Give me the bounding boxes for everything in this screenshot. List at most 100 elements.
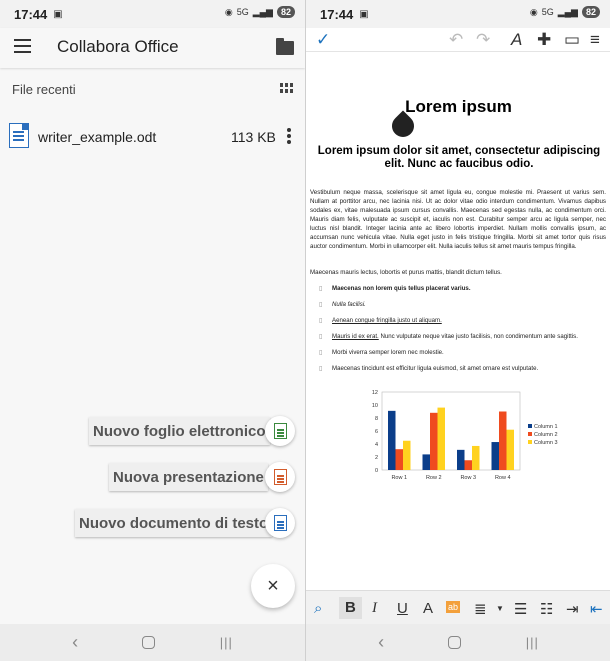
bullet-icon: ▯ xyxy=(319,366,323,372)
italic-button[interactable]: I xyxy=(372,600,377,617)
signal-icon: ▂▄▆ xyxy=(252,6,273,17)
status-time: 17:44 xyxy=(320,6,354,22)
dropdown-icon[interactable]: ▼ xyxy=(496,604,504,613)
list-item[interactable]: writer_example.odt 113 KB xyxy=(0,118,305,154)
back-icon[interactable]: ‹ xyxy=(378,632,384,653)
presentation-icon xyxy=(273,469,287,485)
recent-apps-icon[interactable]: ||| xyxy=(220,635,233,650)
document-canvas[interactable]: Lorem ipsum Lorem ipsum dolor sit amet, … xyxy=(306,58,610,572)
status-bar: 17:44 ▣ ◉ 5G ▂▄▆ 82 xyxy=(306,0,610,28)
outdent-icon[interactable]: ⇤ xyxy=(590,600,603,618)
grid-view-icon[interactable] xyxy=(280,83,293,94)
close-fab-button[interactable]: × xyxy=(251,564,295,608)
list-item-6: Maecenas tincidunt est efficitur ligula … xyxy=(332,365,539,372)
system-nav-bar: ‹ ||| xyxy=(0,624,305,661)
new-spreadsheet-button[interactable] xyxy=(265,416,295,446)
bullet-icon: ▯ xyxy=(319,318,323,324)
document-title: Lorem ipsum xyxy=(405,97,512,116)
chart-bar xyxy=(457,449,465,470)
redo-icon[interactable]: ↷ xyxy=(476,30,490,50)
back-icon[interactable]: ‹ xyxy=(72,632,78,653)
insert-shape-icon[interactable]: ✚ xyxy=(537,30,551,50)
hotspot-icon: ◉ xyxy=(224,6,233,17)
folder-icon[interactable] xyxy=(276,38,294,55)
text-format-icon[interactable]: A xyxy=(511,30,522,50)
app-bar: Collabora Office xyxy=(0,28,305,68)
checkmark-icon[interactable]: ✓ xyxy=(316,30,330,50)
chart-bar xyxy=(506,429,514,470)
notification-icon: ▣ xyxy=(53,8,63,20)
new-text-document-label[interactable]: Nuovo documento di testo xyxy=(75,509,273,537)
align-icon[interactable]: ≣ xyxy=(474,600,487,618)
highlight-icon[interactable]: ab xyxy=(446,601,461,613)
list-item-2: Nulla facilisi. xyxy=(332,301,366,308)
body-paragraph-2: Maecenas mauris lectus, lobortis et puru… xyxy=(310,269,502,276)
x-tick-label: Row 3 xyxy=(460,475,476,481)
underline-button[interactable]: U xyxy=(397,600,408,617)
file-name: writer_example.odt xyxy=(38,129,157,145)
list-item-4: Mauris id ex erat. Nunc vulputate neque … xyxy=(332,333,578,340)
new-presentation-button[interactable] xyxy=(265,462,295,492)
bullet-icon: ▯ xyxy=(319,334,323,340)
hotspot-icon: ◉ xyxy=(529,6,538,17)
y-tick-label: 8 xyxy=(375,416,378,422)
document-subtitle: Lorem ipsum dolor sit amet, consectetur … xyxy=(317,145,601,170)
x-tick-label: Row 2 xyxy=(426,475,442,481)
editor-screen: 17:44 ▣ ◉ 5G ▂▄▆ 82 ✓ ↶ ↷ A ✚ ▭ ≡ Lorem … xyxy=(305,0,610,661)
app-title: Collabora Office xyxy=(57,37,179,56)
home-icon[interactable] xyxy=(142,636,156,649)
system-nav-bar: ‹ ||| xyxy=(306,624,610,661)
status-time: 17:44 xyxy=(14,6,48,22)
new-presentation-label[interactable]: Nuova presentazione xyxy=(109,463,268,491)
bar-chart-svg: 0 2 4 6 8 10 12 Row 1 Row 2 Row 3 Row 4 Column 1 Col… xyxy=(372,390,558,481)
kebab-menu-icon[interactable] xyxy=(287,128,291,144)
y-tick-label: 2 xyxy=(375,455,378,461)
chart-bar xyxy=(499,411,507,470)
legend-swatch xyxy=(528,424,532,428)
comment-icon[interactable]: ▭ xyxy=(564,30,580,50)
search-icon[interactable]: ⌕ xyxy=(314,600,322,617)
home-icon[interactable] xyxy=(448,636,462,649)
chart-bar xyxy=(491,442,499,470)
signal-icon: ▂▄▆ xyxy=(557,6,578,17)
bullet-icon: ▯ xyxy=(319,302,323,308)
network-label: 5G xyxy=(236,7,249,17)
bullet-icon: ▯ xyxy=(319,286,323,292)
menu-icon[interactable]: ≡ xyxy=(590,30,600,50)
bulleted-list-icon[interactable]: ☷ xyxy=(540,600,553,618)
battery-level: 82 xyxy=(276,6,295,18)
bullet-icon: ▯ xyxy=(319,350,323,356)
legend-label: Column 1 xyxy=(534,424,558,430)
notification-icon: ▣ xyxy=(359,8,369,20)
new-text-document-button[interactable] xyxy=(265,508,295,538)
y-tick-label: 0 xyxy=(375,468,378,474)
font-color-icon[interactable]: A xyxy=(423,600,433,617)
chart-bar xyxy=(472,445,480,470)
list-item-5: Morbi viverra semper lorem nec molestie. xyxy=(332,349,444,356)
recent-apps-icon[interactable]: ||| xyxy=(526,635,539,650)
network-label: 5G xyxy=(541,7,554,17)
spreadsheet-icon xyxy=(273,423,287,439)
formatting-toolbar: ⌕ B I U A ab ≣ ▼ ☰ ☷ ⇥ ⇤ xyxy=(306,590,610,624)
y-tick-label: 4 xyxy=(375,442,378,448)
y-tick-label: 12 xyxy=(372,390,378,396)
battery-level: 82 xyxy=(581,6,600,18)
y-tick-label: 10 xyxy=(372,403,378,409)
bar-chart[interactable]: 0 2 4 6 8 10 12 Row 1 Row 2 Row 3 Row 4 Column 1 Col… xyxy=(352,388,582,488)
legend-label: Column 2 xyxy=(534,432,558,438)
undo-icon[interactable]: ↶ xyxy=(449,30,463,50)
status-icons: ◉ 5G ▂▄▆ 82 xyxy=(530,6,600,18)
body-paragraph: Vestibulum neque massa, scelerisque sit … xyxy=(310,189,606,250)
bold-button[interactable]: B xyxy=(339,597,362,619)
status-bar: 17:44 ▣ ◉ 5G ▂▄▆ 82 xyxy=(0,0,305,28)
new-spreadsheet-label[interactable]: Nuovo foglio elettronico xyxy=(89,417,270,445)
hamburger-icon[interactable] xyxy=(14,39,31,53)
numbered-list-icon[interactable]: ☰ xyxy=(514,600,527,618)
chart-bar xyxy=(422,454,430,470)
list-item-1: Maecenas non lorem quis tellus placerat … xyxy=(332,285,471,292)
indent-icon[interactable]: ⇥ xyxy=(566,600,579,618)
x-tick-label: Row 1 xyxy=(391,475,407,481)
list-item-4-underlined: Mauris id ex erat. xyxy=(332,333,379,340)
start-screen: 17:44 ▣ ◉ 5G ▂▄▆ 82 Collabora Office Fil… xyxy=(0,0,305,661)
list-item-4-rest: Nunc vulputate neque vitae justo facilis… xyxy=(378,333,578,340)
